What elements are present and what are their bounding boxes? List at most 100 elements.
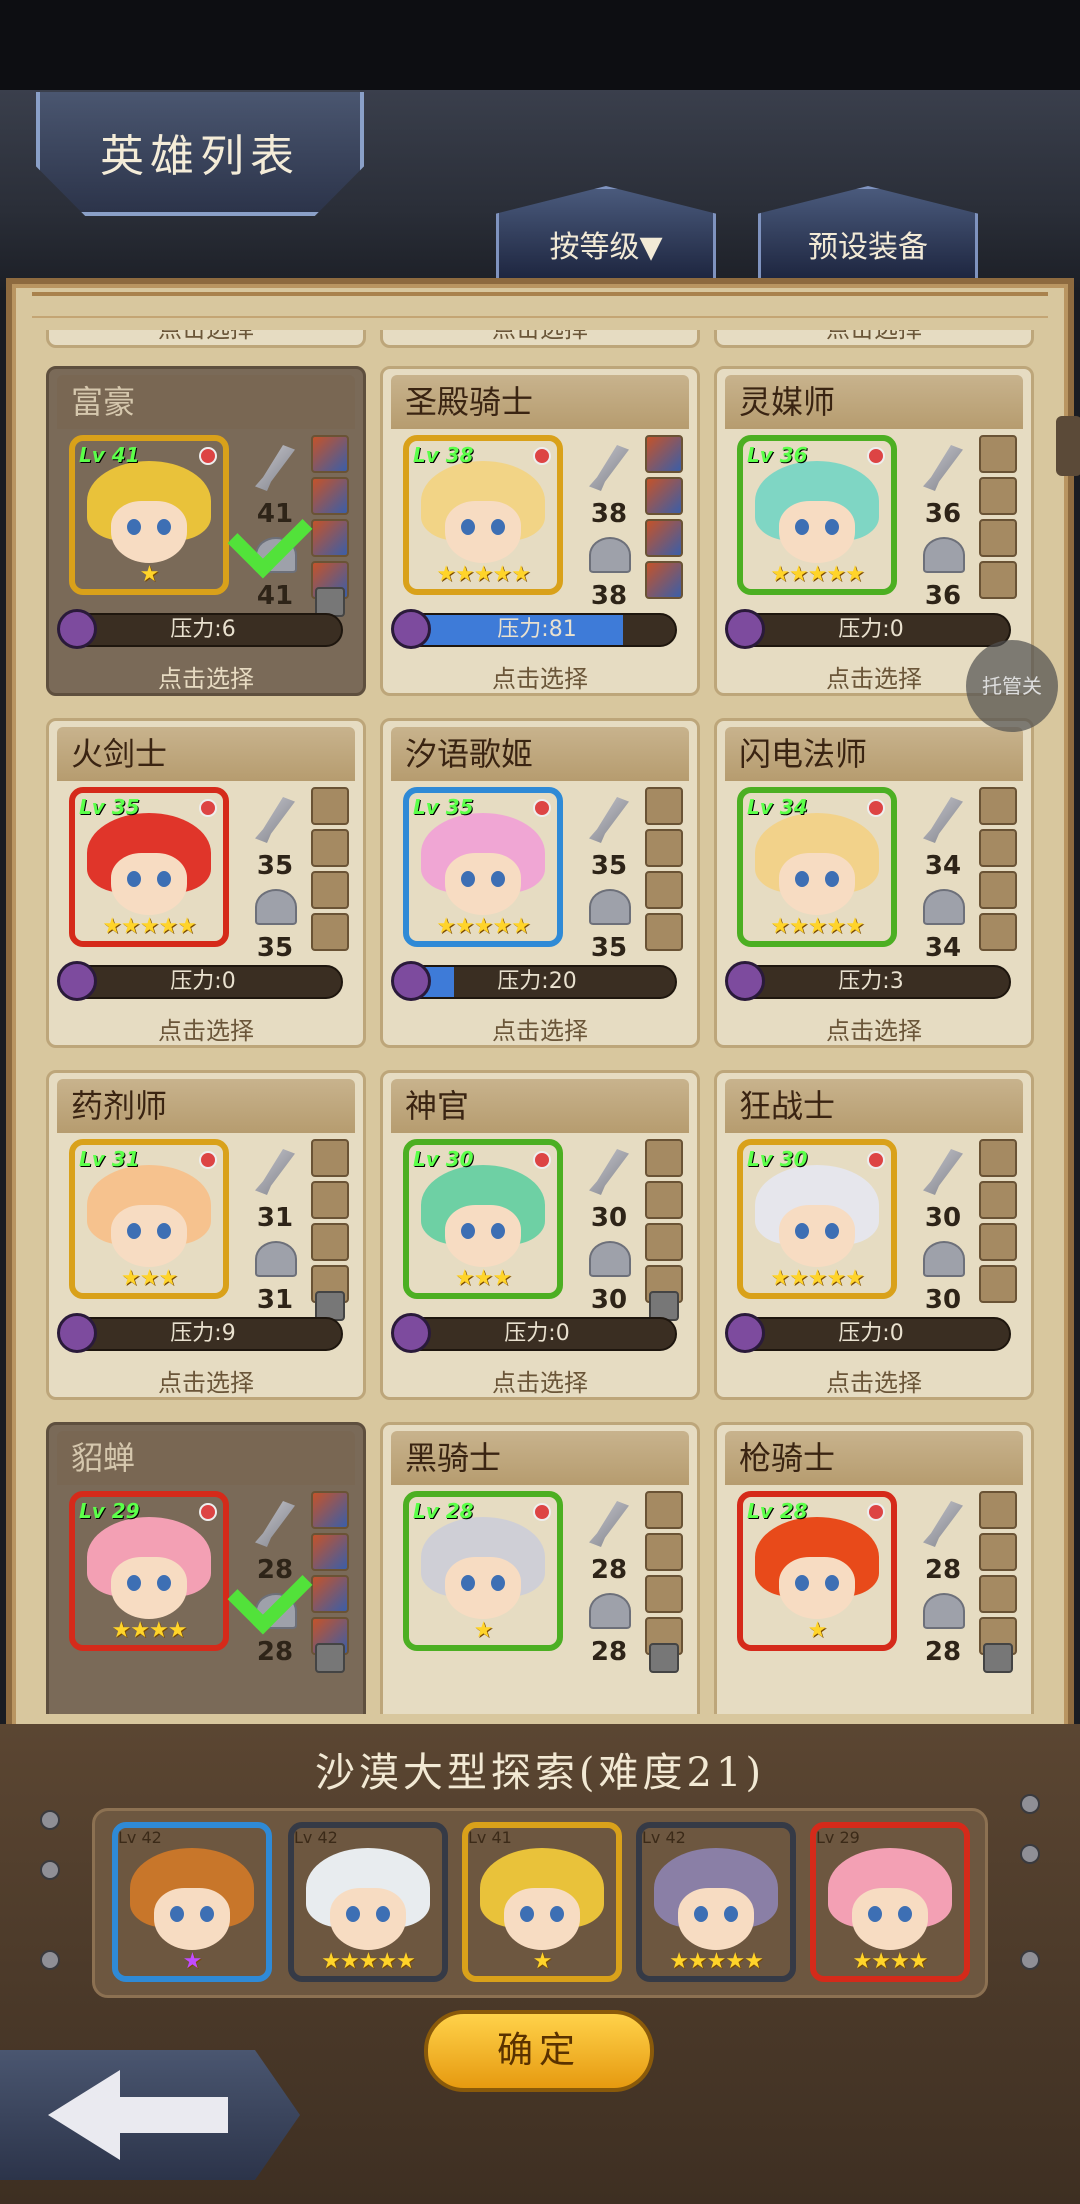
- equipment-slot[interactable]: [979, 1139, 1017, 1177]
- team-member-slot[interactable]: Lv 42 ★★★★★: [288, 1822, 448, 1982]
- notify-dot-icon: [199, 1503, 217, 1521]
- equipment-slot[interactable]: [979, 913, 1017, 951]
- equipment-slot[interactable]: [645, 871, 683, 909]
- select-label: 点击选择: [492, 1017, 588, 1045]
- equipment-slot[interactable]: [979, 435, 1017, 473]
- hero-eye: [898, 1906, 912, 1922]
- equipment-slot[interactable]: [645, 1223, 683, 1261]
- hero-card-partial[interactable]: 点击选择: [380, 330, 700, 348]
- equipment-slot[interactable]: [979, 519, 1017, 557]
- sword-icon: [255, 445, 295, 491]
- hero-card[interactable]: 汐语歌姬 Lv 35 ★★★★★ 35 35 压力:20 点击选择: [380, 718, 700, 1048]
- equipment-slot[interactable]: [311, 871, 349, 909]
- hero-eye: [724, 1906, 738, 1922]
- equipment-slot[interactable]: [311, 1491, 349, 1529]
- equipment-slots: [979, 787, 1021, 955]
- star-rating: ★: [139, 562, 160, 587]
- equipment-slot[interactable]: [979, 1575, 1017, 1613]
- hero-face: [445, 501, 521, 563]
- equipment-slot[interactable]: [979, 477, 1017, 515]
- hero-portrait: Lv 35 ★★★★★: [69, 787, 229, 947]
- equipment-slot[interactable]: [311, 477, 349, 515]
- equipment-slot[interactable]: [979, 1533, 1017, 1571]
- equipment-slot[interactable]: [645, 435, 683, 473]
- equipment-slots: [979, 1491, 1021, 1659]
- equipment-slot[interactable]: [645, 1533, 683, 1571]
- equipment-slot[interactable]: [645, 1491, 683, 1529]
- equipment-slot[interactable]: [311, 435, 349, 473]
- pressure-icon: [725, 1313, 765, 1353]
- sword-icon: [589, 1149, 629, 1195]
- star-rating: ★★★★★: [436, 562, 531, 587]
- hero-card-partial[interactable]: 点击选择: [46, 330, 366, 348]
- hero-card[interactable]: 神官 Lv 30 ★★★ 30 30 压力:0 点击选择: [380, 1070, 700, 1400]
- hero-card[interactable]: 黑骑士 Lv 28 ★ 28 28: [380, 1422, 700, 1714]
- hero-name: 枪骑士: [725, 1431, 1023, 1485]
- pressure-text: 压力:0: [504, 1321, 570, 1346]
- equipment-slot[interactable]: [311, 1533, 349, 1571]
- hero-card[interactable]: 药剂师 Lv 31 ★★★ 31 31 压力:9 点击选择: [46, 1070, 366, 1400]
- equipment-slot[interactable]: [311, 1575, 349, 1613]
- autoplay-toggle[interactable]: 托管关: [966, 640, 1058, 732]
- hero-card[interactable]: 火剑士 Lv 35 ★★★★★ 35 35 压力:0 点击选择: [46, 718, 366, 1048]
- equipment-slot[interactable]: [645, 1575, 683, 1613]
- defense-value: 35: [256, 933, 294, 963]
- team-member-slot[interactable]: Lv 42 ★★★★★: [636, 1822, 796, 1982]
- hero-card-partial[interactable]: 点击选择: [714, 330, 1034, 348]
- equipment-slot[interactable]: [645, 477, 683, 515]
- team-member-slot[interactable]: Lv 41 ★: [462, 1822, 622, 1982]
- star-rating: ★★★: [454, 1266, 512, 1291]
- equipment-slot[interactable]: [311, 1223, 349, 1261]
- equipment-slot[interactable]: [979, 1265, 1017, 1303]
- equipment-slot[interactable]: [645, 561, 683, 599]
- hero-eye: [795, 1575, 809, 1591]
- equipment-slot[interactable]: [645, 787, 683, 825]
- equipment-slot[interactable]: [979, 561, 1017, 599]
- notify-dot-icon: [867, 1503, 885, 1521]
- star-rating: ★★★★★: [436, 914, 531, 939]
- equipment-slot[interactable]: [645, 1139, 683, 1177]
- star-rating: ★★★★★: [770, 562, 865, 587]
- hero-grid[interactable]: 点击选择 点击选择 点击选择 富豪Lv 41★4141压力:6点击选择圣殿骑士L…: [36, 330, 1046, 1714]
- equipment-slot[interactable]: [645, 913, 683, 951]
- hero-name: 灵媒师: [725, 375, 1023, 429]
- hero-card[interactable]: 貂蝉 Lv 29 ★★★★ 28 28: [46, 1422, 366, 1714]
- star-rating: ★★★★★: [102, 914, 197, 939]
- equipment-slot[interactable]: [311, 1139, 349, 1177]
- equipment-slot[interactable]: [645, 829, 683, 867]
- helmet-icon: [589, 1241, 631, 1277]
- equipment-slot[interactable]: [311, 787, 349, 825]
- equipment-slot[interactable]: [979, 829, 1017, 867]
- equipment-slot[interactable]: [979, 787, 1017, 825]
- equipment-slot[interactable]: [979, 871, 1017, 909]
- sword-icon: [255, 1501, 295, 1547]
- sword-icon: [589, 797, 629, 843]
- equipment-slot[interactable]: [311, 1181, 349, 1219]
- pressure-bar: 压力:0: [397, 1317, 677, 1351]
- equipment-slot[interactable]: [979, 1223, 1017, 1261]
- hero-card[interactable]: 枪骑士 Lv 28 ★ 28 28: [714, 1422, 1034, 1714]
- hero-level: Lv 38: [413, 443, 474, 467]
- confirm-button[interactable]: 确定: [424, 2010, 654, 2092]
- hero-card[interactable]: 狂战士 Lv 30 ★★★★★ 30 30 压力:0 点击选择: [714, 1070, 1034, 1400]
- team-member-slot[interactable]: Lv 42 ★: [112, 1822, 272, 1982]
- hero-face: [111, 501, 187, 563]
- equipment-slot[interactable]: [311, 519, 349, 557]
- notify-dot-icon: [199, 1151, 217, 1169]
- defense-value: 28: [590, 1637, 628, 1667]
- hero-eye: [868, 1906, 882, 1922]
- notify-dot-icon: [533, 447, 551, 465]
- equipment-slots: [311, 1139, 353, 1307]
- hero-card[interactable]: 闪电法师 Lv 34 ★★★★★ 34 34 压力:3 点击选择: [714, 718, 1034, 1048]
- rivet: [40, 1950, 60, 1970]
- hero-card[interactable]: 圣殿骑士 Lv 38 ★★★★★ 38 38 压力:81 点击选择: [380, 366, 700, 696]
- hero-eye: [795, 871, 809, 887]
- equipment-slot[interactable]: [311, 829, 349, 867]
- hero-card[interactable]: 富豪 Lv 41 ★ 41 41 压力:6 点击选择: [46, 366, 366, 696]
- equipment-slot[interactable]: [311, 913, 349, 951]
- equipment-slot[interactable]: [645, 1181, 683, 1219]
- team-member-slot[interactable]: Lv 29 ★★★★: [810, 1822, 970, 1982]
- equipment-slot[interactable]: [645, 519, 683, 557]
- equipment-slot[interactable]: [979, 1181, 1017, 1219]
- equipment-slot[interactable]: [979, 1491, 1017, 1529]
